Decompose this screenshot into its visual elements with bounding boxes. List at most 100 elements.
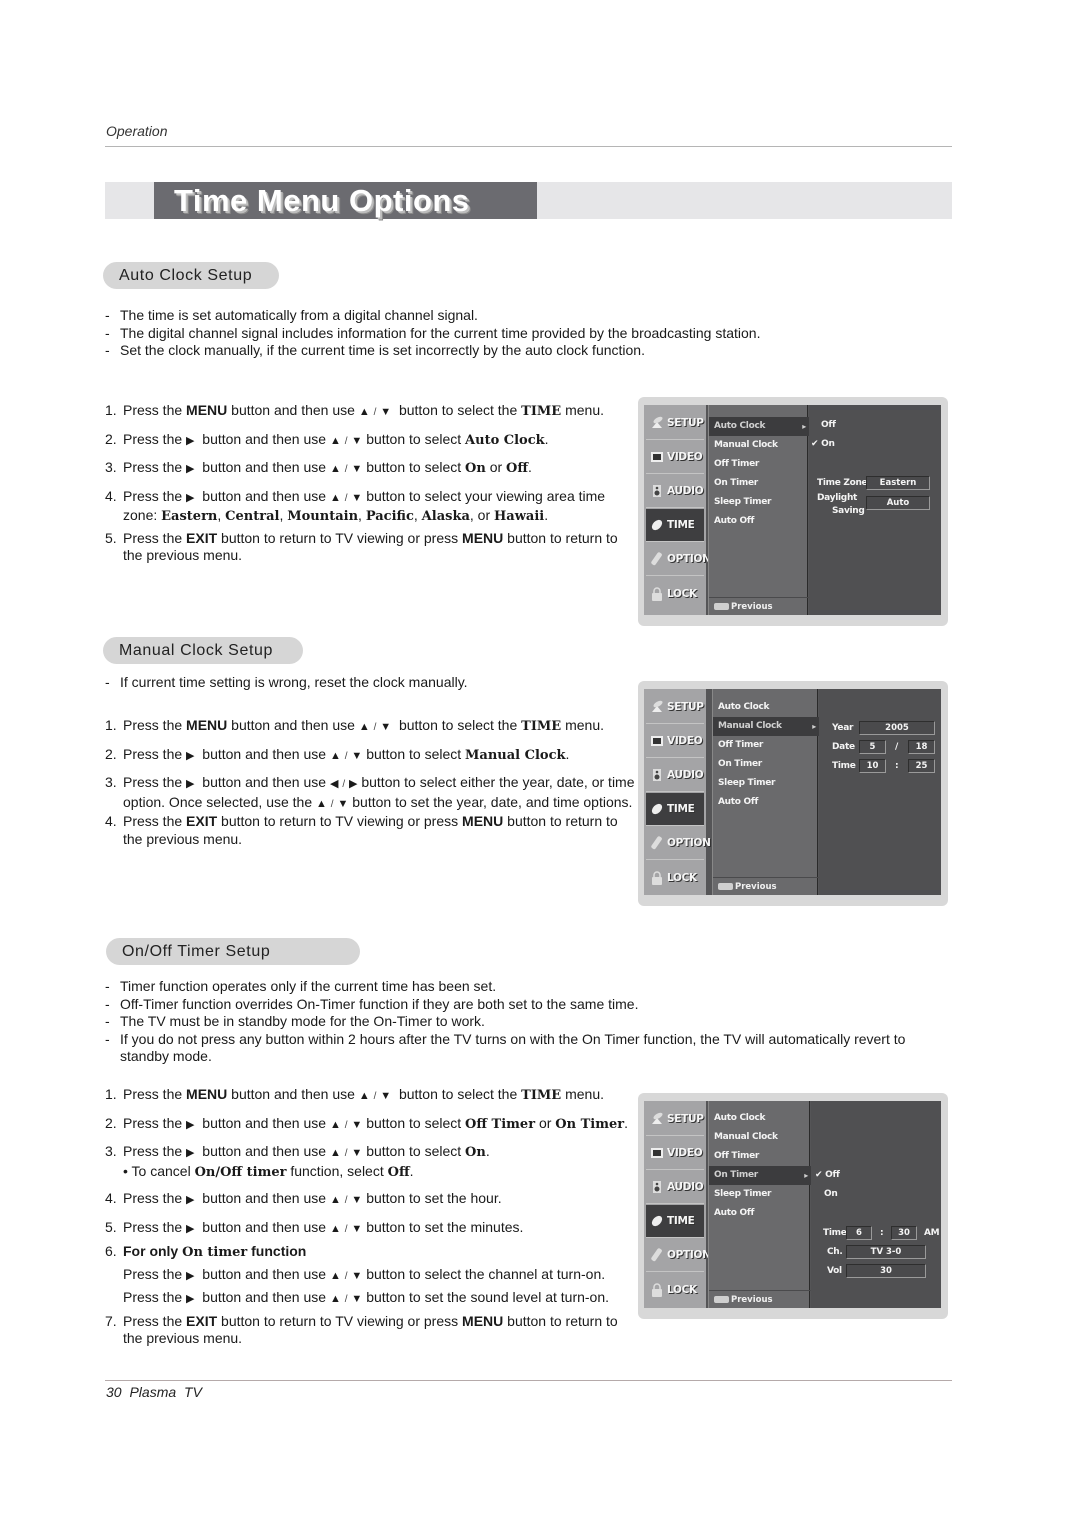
step-subitem: Press the ▶ button and then use ▲ / ▼ bu…: [123, 1289, 610, 1305]
header-divider: [105, 146, 952, 147]
step-item: 5. Press the ▶ button and then use ▲ / ▼ …: [105, 1218, 524, 1235]
note-item: Set the clock manually, if the current t…: [105, 342, 955, 360]
day-field[interactable]: 18: [908, 740, 935, 754]
hour-field[interactable]: 10: [859, 759, 886, 773]
osd-tab-time[interactable]: TIME: [646, 793, 704, 826]
osd-tab-setup[interactable]: SETUP: [646, 1103, 704, 1136]
osd-previous-button[interactable]: Previous: [709, 597, 809, 615]
osd-tab-audio[interactable]: AUDIO: [646, 759, 704, 792]
date-separator: /: [895, 742, 898, 752]
osd-tab-option[interactable]: OPTION: [646, 1239, 711, 1272]
osd-tab-audio[interactable]: AUDIO: [646, 1171, 704, 1204]
step-item: 4. Press the EXIT button to return to TV …: [105, 813, 618, 847]
osd-item-off-timer[interactable]: Off Timer: [709, 455, 809, 474]
osd-item-on-timer[interactable]: On Timer: [709, 1166, 811, 1185]
lock-icon: [650, 586, 664, 601]
osd-tab-video[interactable]: VIDEO: [646, 441, 704, 474]
onoff-timer-notes: Timer function operates only if the curr…: [105, 978, 955, 1066]
minute-field[interactable]: 25: [908, 759, 935, 773]
osd-tab-option[interactable]: OPTION: [646, 827, 711, 860]
volume-field[interactable]: 30: [846, 1264, 926, 1278]
osd-item-auto-clock[interactable]: Auto Clock: [709, 1109, 811, 1128]
section-heading-manual-clock: Manual Clock Setup: [103, 637, 303, 664]
auto-clock-steps: 1. Press the MENU button and then use ▲ /…: [105, 402, 635, 565]
screen-icon: [650, 450, 664, 464]
year-field[interactable]: 2005: [859, 721, 935, 735]
osd-tab-lock[interactable]: LOCK: [646, 861, 704, 894]
osd-previous-button[interactable]: Previous: [709, 1290, 811, 1308]
osd-menu-list: Auto Clock Manual Clock Off Timer On Tim…: [708, 1101, 811, 1308]
osd-tab-lock[interactable]: LOCK: [646, 577, 704, 610]
step-subitem: Press the ▶ button and then use ▲ / ▼ bu…: [123, 1265, 606, 1282]
screen-icon: [650, 1146, 664, 1160]
osd-option-on[interactable]: ✔ On: [811, 439, 835, 449]
osd-item-off-timer[interactable]: Off Timer: [713, 736, 819, 755]
osd-item-manual-clock[interactable]: Manual Clock: [709, 436, 809, 455]
channel-field[interactable]: TV 3-0: [846, 1245, 926, 1259]
step-item: 3. Press the ▶ button and then use ▲ / ▼ …: [105, 1143, 490, 1160]
osd-tab-setup[interactable]: SETUP: [646, 691, 704, 724]
osd-tab-time[interactable]: TIME: [646, 1205, 704, 1238]
page-footer: 30 Plasma TV: [106, 1384, 202, 1400]
osd-item-manual-clock[interactable]: Manual Clock: [709, 1128, 811, 1147]
osd-option-on[interactable]: On: [824, 1189, 838, 1199]
osd-option-off[interactable]: Off: [821, 420, 836, 430]
osd-option-off[interactable]: ✔ Off: [815, 1170, 840, 1180]
osd-item-auto-off[interactable]: Auto Off: [713, 793, 819, 812]
section-header: Operation: [106, 123, 168, 139]
time-zone-field[interactable]: Eastern: [866, 476, 930, 490]
osd-item-auto-off[interactable]: Auto Off: [709, 1204, 811, 1223]
osd-previous-button[interactable]: Previous: [713, 877, 819, 895]
product-name: Plasma TV: [129, 1384, 202, 1400]
step-item: 2. Press the ▶ button and then use ▲ / ▼ …: [105, 1114, 628, 1132]
time-separator: :: [880, 1228, 884, 1238]
step-item: 1. Press the MENU button and then use ▲ /…: [105, 1086, 605, 1103]
daylight-saving-field[interactable]: Auto: [866, 496, 930, 510]
lock-icon: [650, 1282, 664, 1297]
osd-submenu: Year 2005 Date 5 / 18 Time 10 : 25: [819, 689, 941, 895]
daylight-label: Daylight: [817, 493, 858, 503]
lock-icon: [650, 870, 664, 885]
osd-tab-time[interactable]: TIME: [646, 509, 704, 542]
ampm-indicator: AM: [924, 1228, 940, 1238]
hour-field[interactable]: 6: [846, 1226, 872, 1240]
step-item: 1. Press the MENU button and then use ▲ /…: [105, 402, 605, 419]
menu-key-icon: [714, 1296, 729, 1303]
osd-submenu: Off ✔ On Time Zone Eastern Daylight Savi…: [809, 405, 941, 615]
month-field[interactable]: 5: [859, 740, 886, 754]
minute-field[interactable]: 30: [891, 1226, 917, 1240]
satellite-icon: [650, 416, 664, 430]
note-item: If current time setting is wrong, reset …: [105, 674, 625, 692]
step-item: 2. Press the ▶ button and then use ▲ / ▼ …: [105, 745, 570, 763]
osd-tab-audio[interactable]: AUDIO: [646, 475, 704, 508]
speaker-icon: [650, 1180, 664, 1194]
clock-icon: [650, 518, 664, 532]
channel-label: Ch.: [827, 1247, 843, 1257]
page-title: Time Menu Options: [174, 183, 470, 218]
osd-tab-lock[interactable]: LOCK: [646, 1273, 704, 1306]
osd-item-sleep-timer[interactable]: Sleep Timer: [709, 493, 809, 512]
remote-icon: [650, 836, 664, 850]
osd-menu-list: Auto Clock Manual Clock Off Timer On Tim…: [708, 405, 809, 615]
osd-item-manual-clock[interactable]: Manual Clock: [713, 717, 819, 736]
note-item: Timer function operates only if the curr…: [105, 978, 955, 996]
osd-item-auto-clock[interactable]: Auto Clock: [709, 417, 809, 436]
osd-tab-video[interactable]: VIDEO: [646, 725, 704, 758]
osd-item-auto-off[interactable]: Auto Off: [709, 512, 809, 531]
osd-tab-video[interactable]: VIDEO: [646, 1137, 704, 1170]
check-icon: ✔: [811, 439, 819, 449]
osd-item-sleep-timer[interactable]: Sleep Timer: [713, 774, 819, 793]
osd-item-sleep-timer[interactable]: Sleep Timer: [709, 1185, 811, 1204]
note-item: The digital channel signal includes info…: [105, 325, 955, 343]
osd-item-on-timer[interactable]: On Timer: [709, 474, 809, 493]
osd-item-on-timer[interactable]: On Timer: [713, 755, 819, 774]
step-item: 7. Press the EXIT button to return to TV …: [105, 1312, 618, 1347]
time-separator: :: [895, 761, 899, 771]
step-item: 2. Press the ▶ button and then use ▲ / ▼ …: [105, 430, 549, 448]
time-zone-label: Time Zone: [817, 478, 868, 488]
osd-tab-setup[interactable]: SETUP: [646, 407, 704, 440]
osd-tab-option[interactable]: OPTION: [646, 543, 711, 576]
osd-item-off-timer[interactable]: Off Timer: [709, 1147, 811, 1166]
note-item: The TV must be in standby mode for the O…: [105, 1013, 955, 1031]
osd-item-auto-clock[interactable]: Auto Clock: [713, 698, 819, 717]
